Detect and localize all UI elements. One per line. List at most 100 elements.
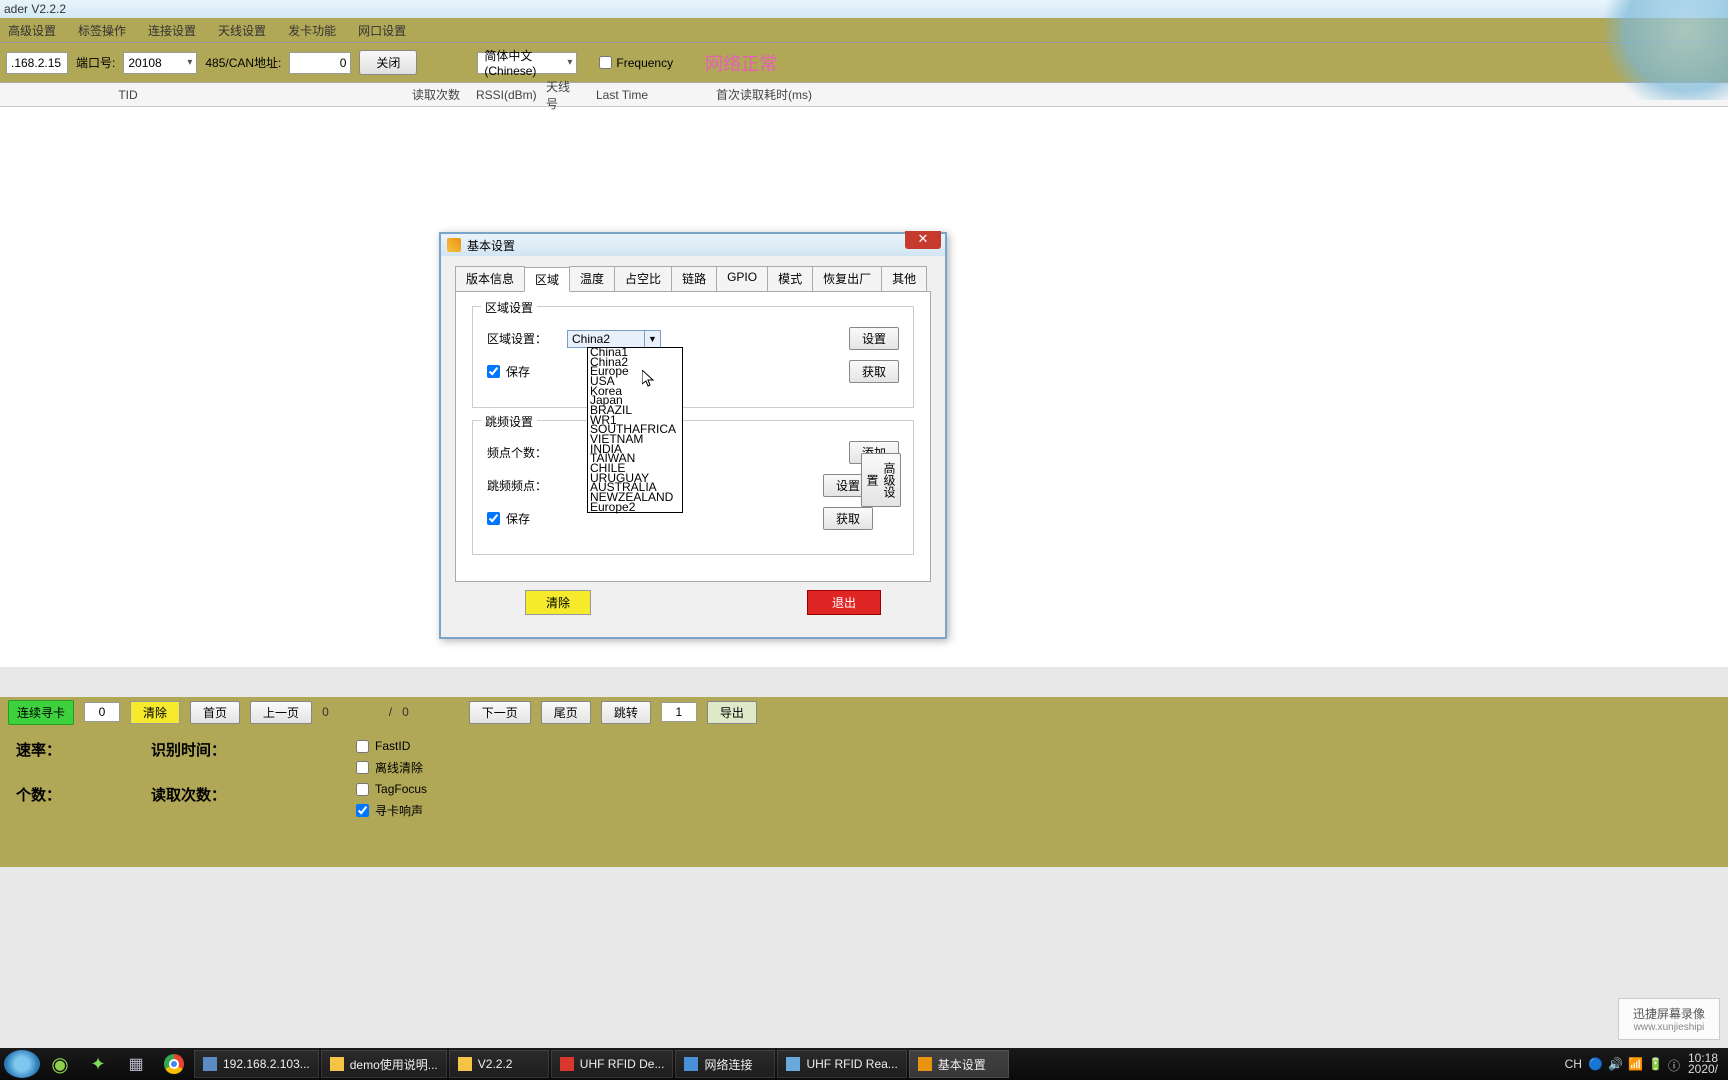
calculator-icon[interactable]: ▦ [118, 1050, 154, 1078]
col-last-time: Last Time [588, 88, 708, 102]
menu-tag-ops[interactable]: 标签操作 [74, 20, 130, 41]
fastid-checkbox[interactable]: FastID [356, 739, 427, 753]
taskbar-icon[interactable]: ◉ [42, 1050, 78, 1078]
jump-button[interactable]: 跳转 [601, 701, 651, 724]
watermark-url: www.xunjieshipi [1633, 1022, 1705, 1033]
dialog-titlebar[interactable]: 基本设置 ✕ [441, 234, 945, 256]
region-get-button[interactable]: 获取 [849, 360, 899, 383]
page-current: 0 [322, 705, 329, 719]
taskbar-item[interactable]: 192.168.2.103... [194, 1050, 319, 1078]
col-antenna: 天线号 [538, 78, 588, 112]
close-button[interactable]: 关闭 [359, 50, 417, 75]
tab-gpio[interactable]: GPIO [716, 266, 768, 291]
dialog-tabs: 版本信息 区域 温度 占空比 链路 GPIO 模式 恢复出厂 其他 [455, 266, 931, 292]
read-count-label: 读取次数： [151, 784, 226, 805]
col-tid: TID [8, 88, 248, 102]
frequency-checkbox[interactable]: Frequency [599, 56, 673, 70]
exit-button[interactable]: 退出 [807, 590, 881, 615]
chevron-down-icon: ▼ [644, 331, 660, 347]
tray-icon[interactable]: 🔵 [1588, 1057, 1602, 1071]
taskbar-item[interactable]: UHF RFID De... [551, 1050, 674, 1078]
next-page-button[interactable]: 下一页 [469, 701, 531, 724]
tagfocus-checkbox[interactable]: TagFocus [356, 782, 427, 796]
points-label: 频点个数： [487, 444, 557, 461]
col-read-count: 读取次数 [248, 86, 468, 103]
hop-advanced-button[interactable]: 高级设置 [861, 453, 901, 507]
hop-save-checkbox[interactable]: 保存 [487, 510, 557, 527]
tab-link[interactable]: 链路 [671, 266, 717, 291]
jump-input[interactable] [661, 702, 697, 722]
app-titlebar: ader V2.2.2 [0, 0, 1728, 18]
tab-temp[interactable]: 温度 [569, 266, 615, 291]
taskbar: ◉ ✦ ▦ 192.168.2.103... demo使用说明... V2.2.… [0, 1048, 1728, 1080]
tray-icon[interactable]: 🔊 [1608, 1057, 1622, 1071]
export-button[interactable]: 导出 [707, 701, 757, 724]
addr-input[interactable] [289, 52, 351, 74]
tab-restore[interactable]: 恢复出厂 [812, 266, 882, 291]
wechat-icon[interactable]: ✦ [80, 1050, 116, 1078]
offline-clear-checkbox[interactable]: 离线清除 [356, 759, 427, 776]
tab-duty[interactable]: 占空比 [614, 266, 672, 291]
count-label: 个数： [16, 784, 61, 805]
language-select[interactable]: 简体中文(Chinese) [477, 52, 577, 74]
addr-label: 485/CAN地址: [205, 54, 281, 71]
menu-netport[interactable]: 网口设置 [354, 20, 410, 41]
watermark: 迅捷屏幕录像 www.xunjieshipi [1618, 998, 1720, 1040]
tray-icon[interactable]: 🔋 [1648, 1057, 1662, 1071]
region-set-button[interactable]: 设置 [849, 327, 899, 350]
beep-checkbox[interactable]: 寻卡响声 [356, 802, 427, 819]
tab-region[interactable]: 区域 [524, 267, 570, 292]
hop-legend: 跳频设置 [481, 413, 537, 430]
taskbar-item[interactable]: 基本设置 [909, 1050, 1009, 1078]
last-page-button[interactable]: 尾页 [541, 701, 591, 724]
region-fieldset: 区域设置 区域设置： China2 ▼ 设置 保存 获取 [472, 306, 914, 408]
hop-get-button[interactable]: 获取 [823, 507, 873, 530]
menubar: 高级设置 标签操作 连接设置 天线设置 发卡功能 网口设置 [0, 18, 1728, 42]
start-button[interactable] [4, 1050, 40, 1078]
app-title: ader V2.2.2 [4, 2, 66, 16]
hop-fieldset: 跳频设置 频点个数： 添加 高级设置 跳频频点： 设置 保存 [472, 420, 914, 555]
settings-dialog: 基本设置 ✕ 版本信息 区域 温度 占空比 链路 GPIO 模式 恢复出厂 其他… [439, 232, 947, 639]
taskbar-item[interactable]: UHF RFID Rea... [777, 1050, 906, 1078]
taskbar-item[interactable]: 网络连接 [675, 1050, 775, 1078]
tray-icon[interactable]: ⓘ [1668, 1057, 1682, 1071]
taskbar-item[interactable]: V2.2.2 [449, 1050, 549, 1078]
page-sep: / [389, 705, 392, 719]
dialog-icon [447, 238, 461, 252]
taskbar-item[interactable]: demo使用说明... [321, 1050, 447, 1078]
first-page-button[interactable]: 首页 [190, 701, 240, 724]
watermark-text: 迅捷屏幕录像 [1633, 1005, 1705, 1022]
tray-lang[interactable]: CH [1565, 1057, 1582, 1071]
ip-input[interactable] [6, 52, 68, 74]
port-input[interactable]: 20108 [123, 52, 197, 74]
menu-antenna[interactable]: 天线设置 [214, 20, 270, 41]
network-status: 网络正常 [705, 50, 777, 76]
menu-conn[interactable]: 连接设置 [144, 20, 200, 41]
region-legend: 区域设置 [481, 299, 537, 316]
dialog-title-text: 基本设置 [467, 237, 515, 254]
tab-mode[interactable]: 模式 [767, 266, 813, 291]
region-label: 区域设置： [487, 330, 557, 347]
clear-button[interactable]: 清除 [525, 590, 591, 615]
page-total: 0 [402, 705, 409, 719]
table-header: TID 读取次数 RSSI(dBm) 天线号 Last Time 首次读取耗时(… [0, 83, 1728, 107]
prev-page-button[interactable]: 上一页 [250, 701, 312, 724]
tab-other[interactable]: 其他 [881, 266, 927, 291]
tab-version[interactable]: 版本信息 [455, 266, 525, 291]
close-icon[interactable]: ✕ [905, 231, 941, 249]
paging-clear-button[interactable]: 清除 [130, 701, 180, 724]
region-save-checkbox[interactable]: 保存 [487, 363, 557, 380]
toolbar: 端口号: 20108 485/CAN地址: 关闭 简体中文(Chinese) F… [0, 42, 1728, 82]
tray-icon[interactable]: 📶 [1628, 1057, 1642, 1071]
menu-card[interactable]: 发卡功能 [284, 20, 340, 41]
scan-button[interactable]: 连续寻卡 [8, 700, 74, 725]
system-tray[interactable]: CH 🔵 🔊 📶 🔋 ⓘ 10:18 2020/ [1565, 1053, 1724, 1075]
col-rssi: RSSI(dBm) [468, 88, 538, 102]
rate-label: 速率： [16, 739, 61, 760]
menu-advanced[interactable]: 高级设置 [4, 20, 60, 41]
scan-count[interactable] [84, 702, 120, 722]
status-area: 速率： 个数： 识别时间： 读取次数： FastID 离线清除 TagFocus… [0, 727, 1728, 867]
region-option[interactable]: Europe2 [588, 503, 682, 513]
chrome-icon[interactable] [156, 1050, 192, 1078]
region-dropdown-list[interactable]: China1 China2 Europe USA Korea Japan BRA… [587, 347, 683, 513]
